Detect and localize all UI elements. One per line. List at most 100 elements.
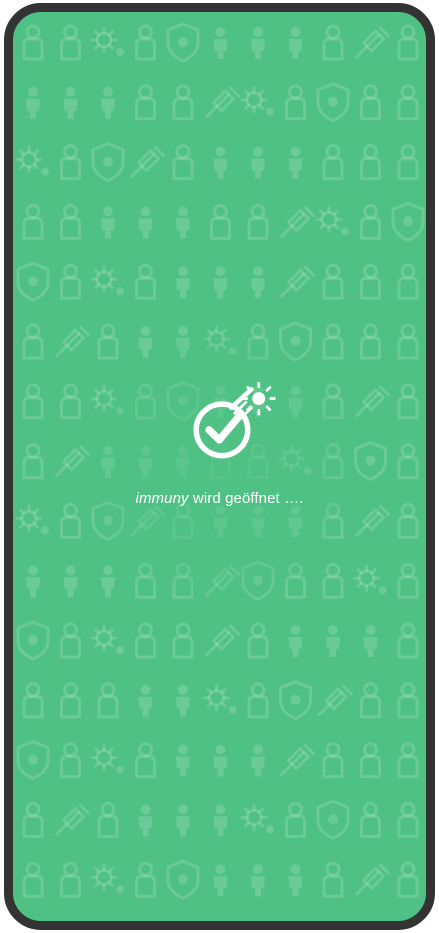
- person-pattern-icon: [397, 861, 419, 898]
- kid-pattern-icon: [176, 266, 190, 299]
- person-pattern-icon: [247, 203, 269, 240]
- person-pattern-icon: [22, 24, 44, 61]
- syringe-pattern-icon: [205, 86, 240, 119]
- kid-pattern-icon: [176, 804, 190, 837]
- virus-pattern-icon: [315, 205, 349, 236]
- kid-pattern-icon: [251, 266, 265, 299]
- syringe-pattern-icon: [355, 26, 390, 59]
- kid-pattern-icon: [251, 146, 265, 179]
- immuny-logo-icon: [192, 382, 276, 459]
- person-pattern-icon: [360, 203, 381, 240]
- person-pattern-icon: [322, 742, 344, 779]
- person-pattern-icon: [22, 682, 44, 719]
- syringe-pattern-icon: [355, 504, 390, 537]
- syringe-pattern-icon: [355, 863, 390, 896]
- person-pattern-icon: [397, 24, 419, 61]
- kid-pattern-icon: [288, 625, 303, 657]
- shield-pattern-icon: [391, 201, 425, 242]
- kid-pattern-icon: [63, 86, 78, 119]
- kid-pattern-icon: [176, 744, 190, 777]
- syringe-pattern-icon: [280, 744, 315, 777]
- person-pattern-icon: [322, 562, 344, 599]
- virus-pattern-icon: [15, 146, 49, 176]
- kid-pattern-icon: [251, 27, 265, 59]
- kid-pattern-icon: [176, 206, 190, 239]
- syringe-pattern-icon: [205, 624, 240, 657]
- shield-pattern-icon: [279, 680, 312, 721]
- syringe-pattern-icon: [280, 205, 315, 238]
- person-pattern-icon: [135, 84, 156, 121]
- virus-pattern-icon: [90, 863, 124, 894]
- person-pattern-icon: [397, 622, 419, 659]
- shield-pattern-icon: [16, 620, 50, 661]
- person-pattern-icon: [22, 801, 44, 838]
- person-pattern-icon: [135, 24, 156, 61]
- kid-pattern-icon: [138, 804, 153, 837]
- virus-pattern-icon: [240, 803, 274, 834]
- syringe-pattern-icon: [280, 265, 315, 298]
- person-pattern-icon: [360, 323, 381, 360]
- syringe-pattern-icon: [55, 803, 90, 836]
- shield-pattern-icon: [16, 740, 50, 781]
- virus-pattern-icon: [90, 265, 124, 296]
- kid-pattern-icon: [213, 804, 228, 837]
- person-pattern-icon: [397, 144, 419, 181]
- virus-pattern-icon: [353, 564, 387, 595]
- person-pattern-icon: [397, 263, 419, 300]
- shield-pattern-icon: [91, 142, 125, 183]
- shield-pattern-icon: [166, 22, 200, 63]
- status-message: wird geöffnet ….: [188, 490, 304, 507]
- person-pattern-icon: [60, 682, 81, 719]
- kid-pattern-icon: [138, 684, 153, 717]
- person-pattern-icon: [135, 742, 156, 779]
- shield-pattern-icon: [316, 82, 350, 123]
- person-pattern-icon: [60, 263, 81, 300]
- kid-pattern-icon: [101, 206, 115, 239]
- person-pattern-icon: [360, 263, 381, 300]
- person-pattern-icon: [22, 861, 44, 898]
- person-pattern-icon: [322, 323, 344, 360]
- shield-pattern-icon: [166, 859, 200, 900]
- kid-pattern-icon: [288, 864, 303, 897]
- person-pattern-icon: [60, 24, 81, 61]
- kid-pattern-icon: [26, 565, 40, 598]
- kid-pattern-icon: [288, 27, 303, 59]
- person-pattern-icon: [247, 622, 269, 659]
- virus-pattern-icon: [90, 26, 124, 56]
- person-pattern-icon: [397, 84, 419, 121]
- person-pattern-icon: [210, 203, 231, 240]
- person-pattern-icon: [360, 682, 381, 719]
- person-pattern-icon: [22, 323, 44, 360]
- person-pattern-icon: [60, 622, 81, 659]
- person-pattern-icon: [285, 801, 306, 838]
- syringe-pattern-icon: [317, 684, 353, 717]
- kid-pattern-icon: [288, 146, 303, 179]
- loading-status-text: immuny wird geöffnet ….: [136, 490, 304, 507]
- person-pattern-icon: [247, 682, 269, 719]
- shield-pattern-icon: [316, 799, 350, 840]
- kid-pattern-icon: [138, 206, 153, 239]
- kid-pattern-icon: [213, 27, 228, 59]
- person-pattern-icon: [172, 622, 194, 659]
- person-pattern-icon: [322, 24, 344, 61]
- person-pattern-icon: [360, 84, 381, 121]
- person-pattern-icon: [135, 861, 156, 898]
- person-pattern-icon: [172, 84, 194, 121]
- virus-pattern-icon: [90, 744, 124, 774]
- kid-pattern-icon: [251, 864, 265, 897]
- kid-pattern-icon: [213, 146, 228, 179]
- kid-pattern-icon: [213, 864, 228, 897]
- virus-pattern-icon: [90, 624, 124, 654]
- kid-pattern-icon: [251, 744, 265, 777]
- device-screen: immuny wird geöffnet ….: [0, 0, 439, 933]
- person-pattern-icon: [322, 263, 344, 300]
- splash-screen: immuny wird geöffnet ….: [13, 382, 426, 507]
- person-pattern-icon: [172, 144, 194, 181]
- person-pattern-icon: [322, 861, 344, 898]
- person-pattern-icon: [135, 622, 156, 659]
- kid-pattern-icon: [63, 565, 78, 598]
- person-pattern-icon: [360, 742, 381, 779]
- person-pattern-icon: [60, 502, 81, 539]
- kid-pattern-icon: [213, 744, 228, 777]
- kid-pattern-icon: [176, 684, 190, 717]
